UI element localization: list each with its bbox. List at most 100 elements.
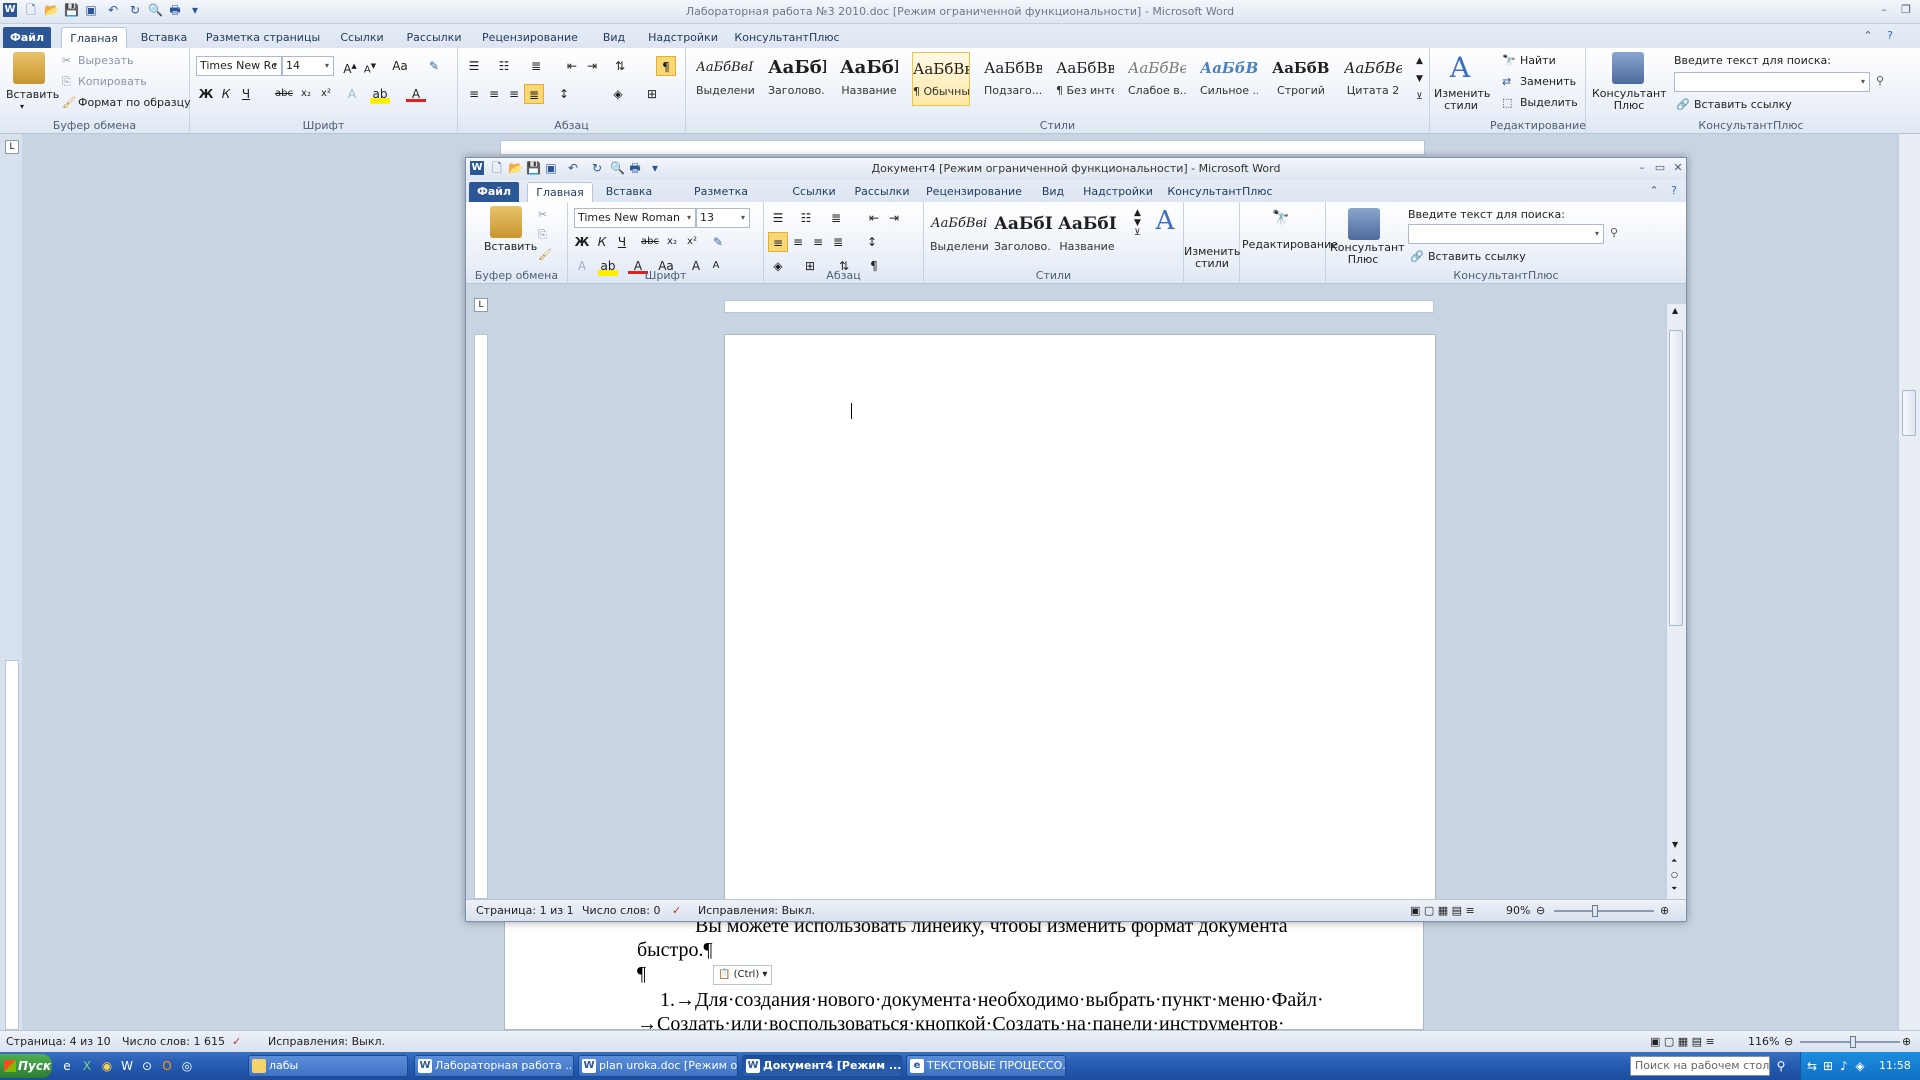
zoom-out-icon[interactable]: ⊖ [1784, 1035, 1793, 1048]
decrease-indent-icon[interactable]: ⇤ [562, 56, 582, 76]
line-spacing-icon[interactable]: ↕ [862, 232, 882, 252]
style-subtle-emphasis[interactable]: АаБбВеГ Слабое в... [1128, 52, 1186, 106]
bold-icon[interactable]: Ж [572, 232, 592, 252]
tab-selector-icon[interactable]: L [474, 298, 488, 312]
view-buttons[interactable]: ▣ ▢ ▦ ▤ ≡ [1650, 1035, 1715, 1048]
main-document-page[interactable]: Вы можете использовать линейку, чтобы из… [504, 915, 1424, 1035]
status-track-changes[interactable]: Исправления: Выкл. [698, 904, 815, 917]
increase-indent-icon[interactable]: ⇥ [884, 208, 904, 228]
media-icon[interactable]: ⊙ [140, 1059, 154, 1073]
cut-button[interactable]: Вырезать [78, 54, 133, 67]
multilevel-list-icon[interactable]: ≣ [826, 208, 846, 228]
subscript-icon[interactable]: x₂ [662, 232, 682, 252]
view-buttons[interactable]: ▣ ▢ ▦ ▤ ≡ [1410, 904, 1475, 917]
taskbar-folder[interactable]: лабы [248, 1055, 408, 1077]
paste-icon[interactable] [13, 52, 45, 84]
inner-document-page[interactable] [724, 334, 1436, 899]
format-painter-button[interactable]: Формат по образцу [78, 96, 191, 109]
styles-scroll-up-icon[interactable]: ▲ [1416, 56, 1423, 66]
search-icon[interactable]: ⚲ [1610, 226, 1618, 239]
status-track-changes[interactable]: Исправления: Выкл. [268, 1035, 385, 1048]
app-icon[interactable]: ◉ [100, 1059, 114, 1073]
font-color-icon[interactable]: A [406, 84, 426, 102]
tray-app-icon[interactable]: ◈ [1853, 1059, 1867, 1073]
consultant-button[interactable]: Консультант Плюс [1330, 242, 1405, 266]
tab-insert[interactable]: Вставка [136, 27, 192, 48]
format-painter-icon[interactable]: 🖌 [538, 248, 552, 261]
cut-icon[interactable]: ✂ [538, 208, 547, 221]
paste-dropdown-icon[interactable]: ▾ [20, 102, 24, 111]
zoom-slider-thumb[interactable] [1850, 1036, 1856, 1048]
browser-icon[interactable]: ◎ [180, 1059, 194, 1073]
restore-icon[interactable]: ❐ [1898, 3, 1914, 17]
style-no-spacing[interactable]: АаБбВвГ ¶ Без инте... [1056, 52, 1114, 106]
tab-review[interactable]: Рецензирование [922, 182, 1026, 202]
ie-icon[interactable]: e [60, 1059, 74, 1073]
tab-view[interactable]: Вид [594, 27, 634, 48]
style-heading[interactable]: АаБбГ Заголово... [994, 208, 1052, 262]
zoom-slider-thumb[interactable] [1592, 905, 1598, 917]
consultant-search-input[interactable]: ▾ [1674, 72, 1870, 92]
clear-format-icon[interactable]: ✎ [708, 232, 728, 252]
help-icon[interactable]: ? [1666, 184, 1682, 198]
line-spacing-icon[interactable]: ↕ [554, 84, 574, 104]
borders-icon[interactable]: ⊞ [642, 84, 662, 104]
style-normal[interactable]: АаБбВвГ ¶ Обычный [912, 52, 970, 106]
main-vertical-ruler[interactable] [5, 660, 19, 1030]
status-page[interactable]: Страница: 4 из 10 [6, 1035, 111, 1048]
consultant-search-input[interactable]: ▾ [1408, 224, 1604, 244]
align-left-icon[interactable]: ≡ [464, 84, 484, 104]
numbering-icon[interactable]: ☷ [796, 208, 816, 228]
status-page[interactable]: Страница: 1 из 1 [476, 904, 574, 917]
bold-icon[interactable]: Ж [196, 84, 216, 104]
style-emphasis[interactable]: АаБбВвГ Выделение [696, 52, 754, 106]
font-size-combo[interactable]: 13 ▾ [696, 208, 750, 228]
search-icon[interactable]: ⚲ [1876, 74, 1884, 87]
taskbar-item[interactable]: W Лабораторная работа ... [414, 1055, 574, 1077]
increase-indent-icon[interactable]: ⇥ [582, 56, 602, 76]
tab-selector-icon[interactable]: L [5, 140, 19, 154]
tab-consultant[interactable]: КонсультантПлюс [732, 27, 842, 48]
shrink-font-icon[interactable]: A▼ [360, 56, 380, 76]
tab-page-layout[interactable]: Разметка страницы [204, 27, 322, 48]
main-vertical-scrollbar[interactable] [1898, 134, 1920, 1030]
align-right-icon[interactable]: ≡ [808, 232, 828, 252]
replace-button[interactable]: Заменить [1520, 75, 1576, 88]
superscript-icon[interactable]: x² [682, 232, 702, 252]
tab-addins[interactable]: Надстройки [1080, 182, 1156, 202]
styles-more-icon[interactable]: ⊻ [1416, 92, 1423, 102]
justify-icon[interactable]: ≣ [828, 232, 848, 252]
status-words[interactable]: Число слов: 1 615 [122, 1035, 225, 1048]
binoculars-icon[interactable]: 🔭 [1272, 210, 1289, 226]
main-scroll-thumb[interactable] [1902, 390, 1916, 436]
change-styles-icon[interactable]: A [1150, 206, 1180, 238]
strikethrough-icon[interactable]: abc [640, 232, 660, 252]
italic-icon[interactable]: К [592, 232, 612, 252]
style-intense-emphasis[interactable]: АаБбВві Сильное ... [1200, 52, 1258, 106]
spellcheck-icon[interactable]: ✓ [232, 1035, 241, 1048]
inner-vertical-ruler[interactable] [474, 334, 488, 899]
align-right-icon[interactable]: ≡ [504, 84, 524, 104]
styles-scroll-down-icon[interactable]: ▼ [1416, 74, 1423, 84]
underline-icon[interactable]: Ч [236, 84, 256, 104]
scroll-up-icon[interactable]: ▲ [1672, 306, 1678, 315]
tab-view[interactable]: Вид [1034, 182, 1072, 202]
tab-consultant[interactable]: КонсультантПлюс [1164, 182, 1276, 202]
subscript-icon[interactable]: x₂ [296, 84, 316, 104]
style-subtitle[interactable]: АаБбВвІ Подзаго... [984, 52, 1042, 106]
zoom-slider[interactable] [1554, 910, 1654, 912]
consultant-avatar-icon[interactable] [1348, 208, 1380, 240]
tab-insert[interactable]: Вставка [600, 182, 658, 202]
scroll-down-icon[interactable]: ▼ [1672, 840, 1678, 849]
copy-button[interactable]: Копировать [78, 75, 147, 88]
inner-vertical-scrollbar[interactable]: ▲ ▼ ⏶ ○ ⏷ [1666, 304, 1686, 899]
inner-word-window[interactable]: W 🗋 📂 💾 ▣ ↶ ↻ 🔍 🖶 ▾ Документ4 [Режим огр… [465, 157, 1687, 922]
style-title[interactable]: АаБбГ Название [840, 52, 898, 106]
tab-references[interactable]: Ссылки [786, 182, 842, 202]
italic-icon[interactable]: К [216, 84, 236, 104]
word-icon[interactable]: W [120, 1059, 134, 1073]
insert-link-button[interactable]: Вставить ссылку [1428, 250, 1526, 263]
browse-object-icon[interactable]: ○ [1671, 870, 1678, 879]
sort-icon[interactable]: ⇅ [610, 56, 630, 76]
align-center-icon[interactable]: ≡ [788, 232, 808, 252]
